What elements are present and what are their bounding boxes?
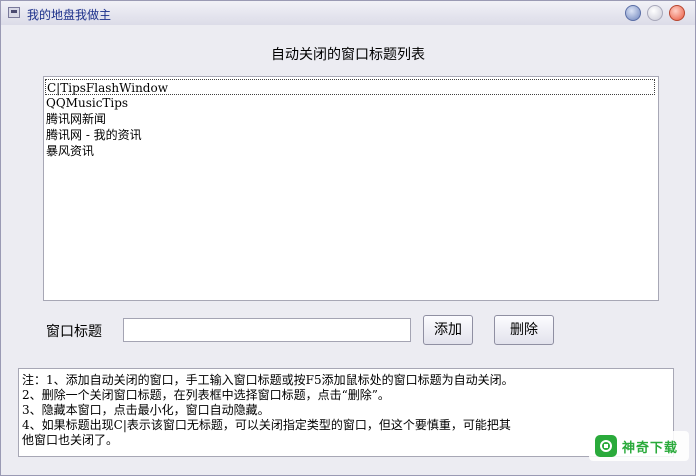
shenqi-logo-icon (595, 435, 617, 457)
app-window: 我的地盘我做主 自动关闭的窗口标题列表 C|TipsFlashWindow QQ… (0, 0, 696, 476)
window-title-listbox[interactable]: C|TipsFlashWindow QQMusicTips 腾讯网新闻 腾讯网 … (43, 76, 659, 301)
app-icon[interactable] (8, 7, 20, 18)
add-button[interactable]: 添加 (423, 315, 473, 345)
note-line: 2、删除一个关闭窗口标题，在列表框中选择窗口标题，点击“删除”。 (22, 388, 390, 402)
close-button[interactable] (669, 5, 685, 21)
list-item[interactable]: 腾讯网新闻 (46, 111, 106, 127)
list-item[interactable]: 暴风资讯 (46, 143, 94, 159)
note-line: 3、隐藏本窗口，点击最小化，窗口自动隐藏。 (22, 403, 270, 417)
list-item[interactable]: C|TipsFlashWindow (45, 79, 655, 95)
title-bar[interactable]: 我的地盘我做主 (1, 1, 695, 25)
list-item[interactable]: 腾讯网 - 我的资讯 (46, 127, 142, 143)
window-title-label: 窗口标题 (46, 324, 102, 340)
note-line: 4、如果标题出现C|表示该窗口无标题，可以关闭指定类型的窗口，但这个要慎重，可能… (22, 418, 511, 432)
list-heading: 自动关闭的窗口标题列表 (271, 47, 425, 63)
delete-button[interactable]: 删除 (494, 315, 554, 345)
maximize-button[interactable] (647, 5, 663, 21)
watermark: 神奇下载 (589, 431, 689, 461)
list-item[interactable]: QQMusicTips (46, 95, 128, 111)
window-title-input[interactable] (123, 318, 411, 342)
minimize-button[interactable] (625, 5, 641, 21)
note-line: 他窗口也关闭了。 (22, 433, 119, 447)
instructions-textbox[interactable]: 注：1、添加自动关闭的窗口，手工输入窗口标题或按F5添加鼠标处的窗口标题为自动关… (18, 368, 674, 457)
note-line: 注：1、添加自动关闭的窗口，手工输入窗口标题或按F5添加鼠标处的窗口标题为自动关… (22, 373, 514, 387)
window-title: 我的地盘我做主 (27, 8, 112, 22)
watermark-text: 神奇下载 (622, 441, 679, 456)
